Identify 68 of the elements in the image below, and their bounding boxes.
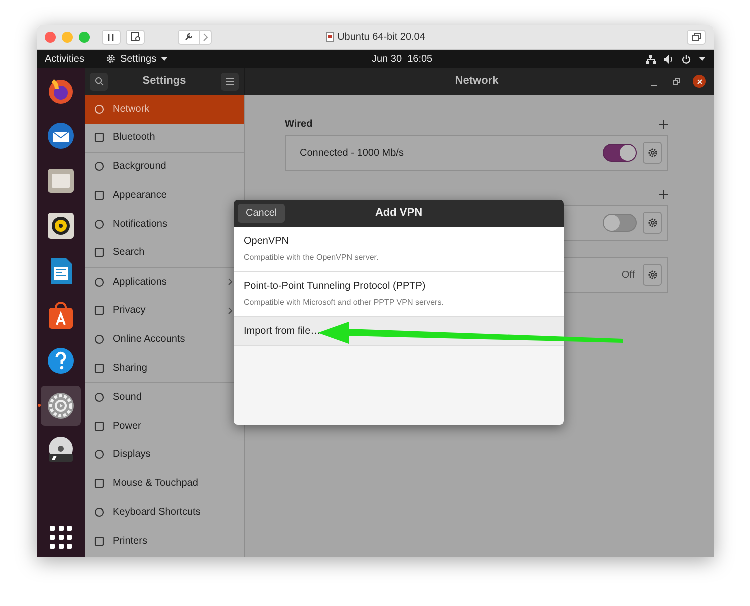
wrench-icon <box>184 32 194 42</box>
gear-icon <box>106 54 116 64</box>
toggle-switch[interactable] <box>603 144 637 162</box>
settings-button[interactable] <box>643 264 662 286</box>
app-grid-button[interactable] <box>49 525 73 549</box>
settings-button[interactable] <box>643 212 662 234</box>
close-button[interactable] <box>693 75 706 88</box>
gear-icon <box>648 148 658 158</box>
dock-item[interactable] <box>41 386 81 426</box>
minimize-icon <box>651 84 657 86</box>
speaker-icon <box>45 210 77 242</box>
sidebar-item[interactable]: Power <box>85 412 244 441</box>
section-title: Wired <box>285 118 313 132</box>
clock[interactable]: Jun 30 16:05 <box>372 52 433 66</box>
sidebar-item[interactable]: Displays <box>85 440 244 470</box>
vpn-option[interactable]: Point-to-Point Tunneling Protocol (PPTP) Compatible with Microsoft and other PPTP VPN servers. <box>234 272 564 317</box>
sidebar-item[interactable]: Mouse & Touchpad <box>85 469 244 498</box>
activities-button[interactable]: Activities <box>45 52 84 66</box>
document-icon <box>326 32 334 42</box>
sidebar-title: Settings <box>142 74 188 90</box>
sidebar-item[interactable]: Network <box>85 95 244 124</box>
gear-icon <box>45 390 77 422</box>
chevron-icon <box>228 278 233 286</box>
add-button[interactable] <box>658 119 668 129</box>
running-indicator <box>38 404 41 407</box>
sidebar-item[interactable]: Bluetooth <box>85 124 244 153</box>
network-icon[interactable] <box>646 54 656 64</box>
chevron-icon <box>202 32 208 42</box>
restore-button[interactable] <box>671 76 681 86</box>
gear-icon <box>648 218 658 228</box>
status-text: Off <box>622 268 635 282</box>
pause-icon <box>107 32 116 42</box>
caret-icon <box>160 56 168 62</box>
toggle-switch[interactable] <box>603 214 637 232</box>
pause-button[interactable] <box>102 30 121 44</box>
add-button[interactable] <box>658 189 668 199</box>
plus-icon <box>658 120 668 128</box>
cancel-button[interactable]: Cancel <box>238 204 286 223</box>
dialog-title: Add VPN <box>374 206 424 222</box>
settings-button[interactable] <box>643 142 662 164</box>
page-title: Network <box>454 74 500 90</box>
fullscreen-button[interactable] <box>687 30 706 44</box>
vpn-option[interactable]: OpenVPN Compatible with the OpenVPN server. <box>234 227 564 272</box>
help-icon <box>45 345 77 377</box>
search-button[interactable] <box>90 72 108 90</box>
plus-icon <box>658 190 668 198</box>
caret-icon[interactable] <box>699 56 706 62</box>
menu-button[interactable] <box>221 72 239 90</box>
option-description: Compatible with the OpenVPN server. <box>244 252 380 264</box>
menu-icon <box>226 78 234 85</box>
app-menu[interactable]: Settings <box>120 52 157 66</box>
restore-icon <box>672 78 680 85</box>
sidebar-item[interactable]: Printers <box>85 526 244 556</box>
volume-icon[interactable] <box>664 54 674 64</box>
forward-button[interactable] <box>199 30 211 44</box>
sidebar-item[interactable]: Sound <box>85 382 244 412</box>
window-title: Ubuntu 64-bit 20.04 <box>338 30 426 44</box>
close-icon <box>696 78 702 84</box>
sidebar-item[interactable]: Background <box>85 152 244 182</box>
option-description: Compatible with Microsoft and other PPTP VPN servers. <box>244 297 445 309</box>
fullscreen-icon <box>692 32 702 42</box>
snapshot-icon <box>130 32 140 42</box>
connection-status: Connected - 1000 Mb/s <box>300 146 405 160</box>
chevron-icon <box>228 306 233 315</box>
sidebar-item[interactable]: Keyboard Shortcuts <box>85 498 244 527</box>
mail-icon <box>45 120 77 152</box>
snapshot-button[interactable] <box>126 30 145 44</box>
gear-icon <box>648 270 658 280</box>
